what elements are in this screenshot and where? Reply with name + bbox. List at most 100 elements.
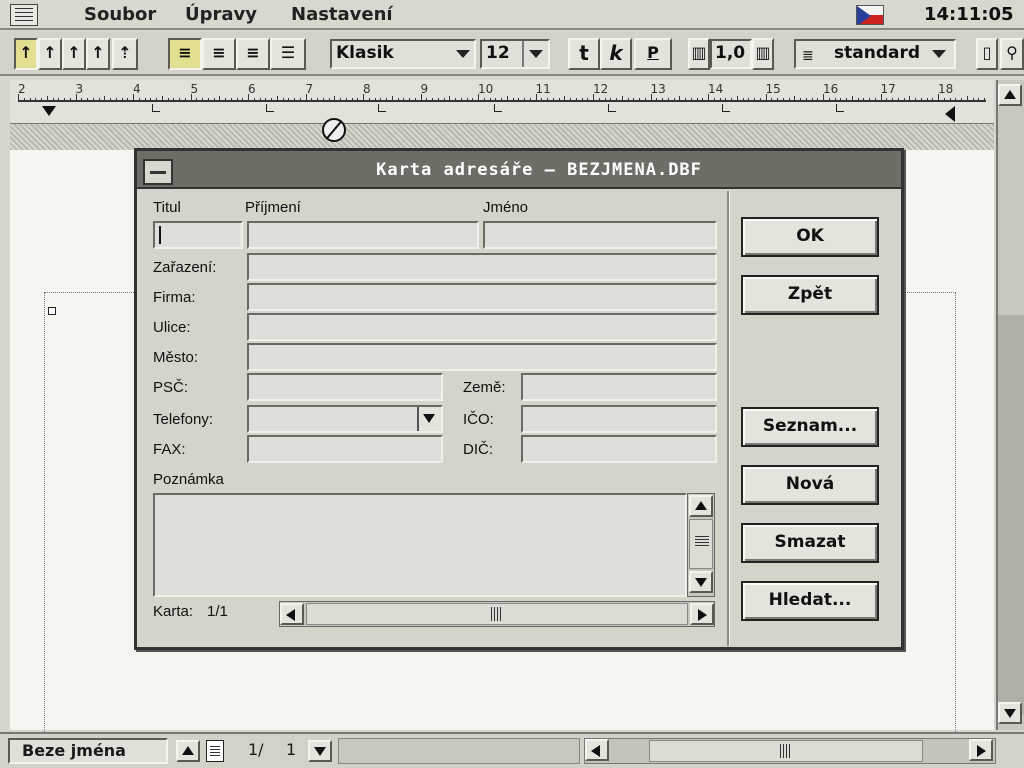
scroll-left-icon[interactable] — [585, 739, 609, 761]
ruler-tick — [133, 94, 134, 102]
left-margin-marker[interactable] — [42, 106, 56, 116]
spacing-increase-icon[interactable]: ▥ — [752, 38, 774, 70]
ruler-tick — [248, 94, 249, 102]
scroll-right-icon[interactable] — [690, 603, 714, 625]
bold-button[interactable]: t — [568, 38, 600, 70]
dic-input[interactable] — [521, 435, 717, 463]
horizontal-scroll-thumb[interactable] — [649, 740, 923, 762]
line-spacing-value[interactable]: 1,0 — [710, 39, 752, 69]
menu-soubor[interactable]: Soubor — [84, 4, 156, 25]
zarazeni-input[interactable] — [247, 253, 717, 281]
card-scrollbar[interactable] — [279, 601, 715, 627]
status-empty-field — [338, 738, 580, 764]
ruler-tick — [409, 98, 410, 102]
scroll-right-icon[interactable] — [969, 739, 993, 761]
document-view-icon[interactable]: ▯ — [976, 38, 998, 70]
ruler-tick — [702, 98, 704, 102]
scroll-down-icon[interactable] — [689, 571, 713, 593]
card-scroll-thumb[interactable] — [306, 603, 688, 625]
ulice-input[interactable] — [247, 313, 717, 341]
align-justify-icon[interactable]: ☰ — [270, 38, 306, 70]
tab-stop[interactable] — [836, 104, 844, 112]
ruler-tick — [46, 96, 48, 102]
tab-stop[interactable] — [378, 104, 386, 112]
note-scrollbar[interactable] — [687, 493, 715, 597]
menu-nastaveni[interactable]: Nastavení — [291, 4, 393, 25]
line-height-2-icon[interactable]: ↑ — [38, 38, 62, 70]
hledat-button[interactable]: Hledat... — [741, 581, 879, 621]
ruler-tick — [650, 94, 652, 102]
psc-input[interactable] — [247, 373, 443, 401]
ok-button[interactable]: OK — [741, 217, 879, 257]
jmeno-label: Jméno — [483, 199, 529, 216]
vertical-scrollbar[interactable] — [996, 80, 1024, 730]
line-height-5-icon[interactable]: ⇡ — [112, 38, 138, 70]
tab-stop[interactable] — [722, 104, 730, 112]
vertical-scroll-thumb[interactable] — [998, 315, 1024, 715]
zeme-input[interactable] — [521, 373, 717, 401]
telefony-select[interactable] — [247, 405, 443, 433]
italic-button[interactable]: k — [600, 38, 632, 70]
ruler-number: 15 — [765, 82, 781, 96]
dialog-titlebar[interactable]: Karta adresáře – BEZJMENA.DBF — [137, 151, 901, 189]
app-menu-icon[interactable] — [10, 4, 38, 26]
style-select[interactable]: standard — [794, 39, 956, 69]
align-left-icon[interactable]: ≡ — [168, 38, 202, 70]
ruler-number: 16 — [823, 82, 839, 96]
ruler[interactable]: 2 3 4 5 6 7 8 9 10 11 12 13 14 15 16 17 18 — [10, 80, 994, 124]
ruler-tick — [167, 98, 169, 102]
ruler-tick — [207, 98, 209, 102]
chevron-down-icon[interactable] — [417, 407, 441, 431]
jmeno-input[interactable] — [483, 221, 717, 249]
align-center-icon[interactable]: ≡ — [202, 38, 236, 70]
nova-button[interactable]: Nová — [741, 465, 879, 505]
horizontal-scrollbar[interactable] — [584, 738, 996, 764]
firma-input[interactable] — [247, 283, 717, 311]
page-up-icon[interactable] — [176, 740, 200, 762]
ruler-tick — [892, 98, 893, 102]
line-height-4-icon[interactable]: ↑ — [86, 38, 110, 70]
underline-button[interactable]: P — [634, 38, 672, 70]
ruler-tick — [834, 98, 836, 102]
tab-stop[interactable] — [494, 104, 502, 112]
line-height-3-icon[interactable]: ↑ — [62, 38, 86, 70]
titul-input[interactable] — [153, 221, 243, 249]
note-scroll-thumb[interactable] — [689, 519, 713, 569]
tab-stop[interactable] — [152, 104, 160, 112]
dialog-system-menu-icon[interactable] — [143, 159, 173, 185]
page-down-icon[interactable] — [308, 740, 332, 762]
grip-icon — [780, 744, 792, 758]
align-right-icon[interactable]: ≡ — [236, 38, 270, 70]
ruler-tick — [18, 94, 19, 102]
line-height-1-icon[interactable]: ↑ — [14, 38, 38, 70]
mesto-input[interactable] — [247, 343, 717, 371]
ruler-tick — [184, 98, 186, 102]
tab-stop[interactable] — [266, 104, 274, 112]
scroll-down-icon[interactable] — [998, 702, 1022, 724]
menu-upravy[interactable]: Úpravy — [185, 4, 257, 25]
czech-flag-icon[interactable] — [856, 5, 884, 25]
spacing-decrease-icon[interactable]: ▥ — [688, 38, 710, 70]
dic-label: DIČ: — [463, 441, 493, 458]
ico-input[interactable] — [521, 405, 717, 433]
zoom-icon[interactable]: ⚲ — [1000, 38, 1024, 70]
scroll-up-icon[interactable] — [998, 84, 1022, 106]
smazat-button[interactable]: Smazat — [741, 523, 879, 563]
prijmeni-input[interactable] — [247, 221, 479, 249]
ruler-number: 6 — [248, 82, 256, 96]
zpet-button[interactable]: Zpět — [741, 275, 879, 315]
ruler-tick — [524, 98, 525, 102]
poznamka-textarea[interactable] — [153, 493, 687, 597]
fax-input[interactable] — [247, 435, 443, 463]
seznam-button[interactable]: Seznam... — [741, 407, 879, 447]
ruler-tick — [127, 98, 129, 102]
scroll-up-icon[interactable] — [689, 495, 713, 517]
tab-stop[interactable] — [608, 104, 616, 112]
scroll-left-icon[interactable] — [280, 603, 304, 625]
font-select[interactable]: Klasik — [330, 39, 476, 69]
ruler-tick — [593, 94, 594, 102]
ruler-tick — [903, 98, 905, 102]
font-size-select[interactable]: 12 — [480, 39, 550, 69]
ruler-tick — [104, 96, 106, 102]
right-margin-marker[interactable] — [945, 106, 955, 122]
